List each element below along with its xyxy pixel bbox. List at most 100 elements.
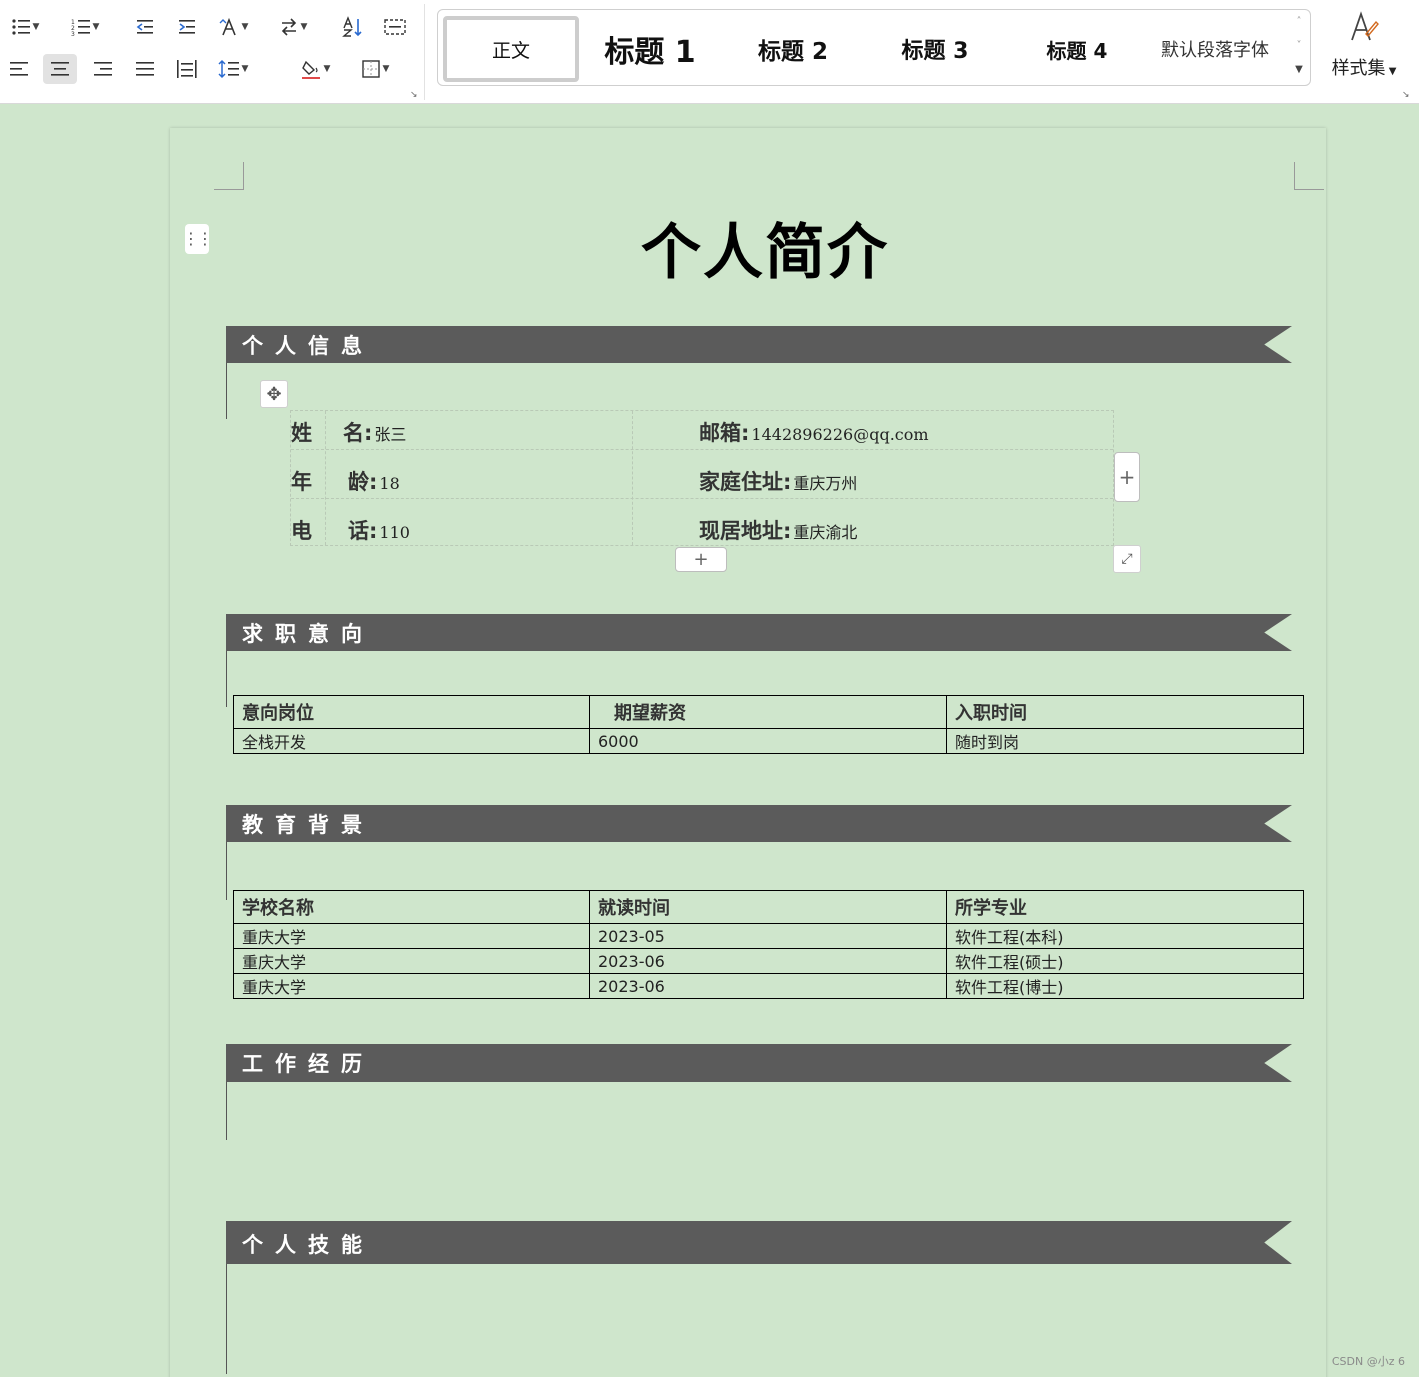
- borders-icon[interactable]: ▼: [358, 54, 392, 84]
- section-banner-personal: 个人信息: [226, 326, 1292, 363]
- margin-corner-mark: [214, 162, 244, 190]
- current-address-key: 现居地址:: [699, 519, 792, 543]
- name-value: 张三: [374, 425, 407, 444]
- table-move-icon[interactable]: ✥: [260, 380, 288, 408]
- style-set-button[interactable]: 样式集 ▼: [1318, 8, 1410, 98]
- bullet-list-icon[interactable]: ▼: [8, 12, 42, 42]
- style-heading-4[interactable]: 标题 4: [1012, 16, 1142, 82]
- table-row: 重庆大学 2023-06 软件工程(博士): [233, 973, 1304, 999]
- distributed-align-icon[interactable]: [170, 54, 204, 84]
- phone-field: 话: 110: [348, 515, 410, 545]
- document-page[interactable]: ⋮⋮ 个人简介 个人信息 ✥ 姓 名: 张三 邮箱: 1442896226@qq.c…: [170, 128, 1326, 1377]
- add-column-button[interactable]: +: [1114, 452, 1140, 502]
- table-header-cell[interactable]: 就读时间: [589, 890, 947, 924]
- grid-line: [325, 411, 326, 545]
- paragraph-dialog-launcher-icon[interactable]: ↘: [410, 90, 418, 100]
- home-address-field: 家庭住址: 重庆万州: [699, 466, 857, 496]
- style-set-label: 样式集: [1331, 58, 1386, 79]
- home-address-value: 重庆万州: [793, 474, 858, 493]
- table-cell[interactable]: 重庆大学: [233, 973, 590, 999]
- align-left-icon[interactable]: [2, 54, 36, 84]
- gallery-expand-icon[interactable]: ▼: [1292, 64, 1306, 75]
- section-title: 个人信息: [242, 334, 374, 358]
- table-header-cell[interactable]: 入职时间: [946, 695, 1304, 729]
- grid-line: [291, 449, 1113, 450]
- drag-handle-icon[interactable]: ⋮⋮: [183, 224, 213, 254]
- table-header-row: 学校名称 就读时间 所学专业: [233, 890, 1304, 924]
- table-cell[interactable]: 软件工程(硕士): [946, 948, 1304, 974]
- email-value: 1442896226@qq.com: [751, 425, 929, 444]
- gallery-scroll-down-icon[interactable]: ˅: [1292, 40, 1306, 51]
- age-value: 18: [379, 474, 400, 493]
- age-key-2: 龄:: [348, 470, 378, 494]
- table-cell[interactable]: 软件工程(博士): [946, 973, 1304, 999]
- table-cell[interactable]: 2023-05: [589, 923, 947, 949]
- table-cell[interactable]: 软件工程(本科): [946, 923, 1304, 949]
- job-intent-table[interactable]: 意向岗位 期望薪资 入职时间 全栈开发 6000 随时到岗: [233, 695, 1304, 754]
- section-title: 求职意向: [242, 622, 374, 646]
- add-row-button[interactable]: +: [675, 547, 727, 572]
- personal-info-table[interactable]: 姓 名: 张三 邮箱: 1442896226@qq.com 年 龄: 18 家庭住址:…: [290, 410, 1114, 546]
- section-rule: [226, 1264, 227, 1374]
- line-spacing-icon[interactable]: ▼: [216, 54, 250, 84]
- email-key: 邮箱:: [699, 421, 750, 445]
- document-title: 个人简介: [641, 218, 889, 288]
- table-cell[interactable]: 全栈开发: [233, 728, 590, 754]
- increase-indent-icon[interactable]: [170, 12, 204, 42]
- age-key-1: 年: [291, 470, 312, 494]
- style-heading-1[interactable]: 标题 1: [586, 16, 714, 82]
- table-header-cell[interactable]: 所学专业: [946, 890, 1304, 924]
- table-row: 重庆大学 2023-06 软件工程(硕士): [233, 948, 1304, 974]
- name-key-2: 名:: [343, 421, 373, 445]
- table-header-cell[interactable]: 学校名称: [233, 890, 590, 924]
- table-cell[interactable]: 2023-06: [589, 973, 947, 999]
- justify-icon[interactable]: [128, 54, 162, 84]
- style-set-icon: [1318, 10, 1410, 52]
- table-cell[interactable]: 重庆大学: [233, 948, 590, 974]
- section-banner-skills: 个人技能: [226, 1221, 1292, 1264]
- section-rule: [226, 1082, 227, 1140]
- shading-icon[interactable]: ▼: [298, 54, 332, 84]
- chevron-down-icon: ▼: [1385, 66, 1397, 77]
- watermark: CSDN @小z 6: [1331, 1355, 1405, 1368]
- name-field: 名: 张三: [343, 417, 406, 447]
- table-row: 重庆大学 2023-05 软件工程(本科): [233, 923, 1304, 949]
- home-address-key: 家庭住址:: [699, 470, 792, 494]
- sort-icon[interactable]: [336, 12, 370, 42]
- style-normal[interactable]: 正文: [443, 16, 579, 82]
- align-right-icon[interactable]: [86, 54, 120, 84]
- grid-line: [291, 498, 1113, 499]
- show-marks-icon[interactable]: [378, 12, 412, 42]
- table-cell[interactable]: 随时到岗: [946, 728, 1304, 754]
- numbered-list-icon[interactable]: 1 2 3 ▼: [68, 12, 102, 42]
- age-field: 龄: 18: [348, 466, 400, 496]
- gallery-scroll-up-icon[interactable]: ˄: [1292, 16, 1306, 27]
- table-cell[interactable]: 重庆大学: [233, 923, 590, 949]
- table-cell[interactable]: 2023-06: [589, 948, 947, 974]
- styles-dialog-launcher-icon[interactable]: ↘: [1402, 90, 1410, 100]
- section-banner-intent: 求职意向: [226, 614, 1292, 651]
- style-heading-3[interactable]: 标题 3: [870, 16, 1000, 82]
- table-header-cell[interactable]: 意向岗位: [233, 695, 590, 729]
- style-gallery: 正文 标题 1 标题 2 标题 3 标题 4 默认段落字体 ˄ ˅ ▼: [437, 9, 1311, 86]
- current-address-value: 重庆渝北: [793, 523, 858, 542]
- ribbon-toolbar: ▼ 1 2 3 ▼ ▼ ▼ ▼ ▼ ▼ ↘ 正文 标题 1 标题 2 标题 3 …: [0, 0, 1419, 104]
- decrease-indent-icon[interactable]: [128, 12, 162, 42]
- paragraph-group: ▼ 1 2 3 ▼ ▼ ▼ ▼ ▼ ▼ ↘: [0, 0, 424, 104]
- education-table[interactable]: 学校名称 就读时间 所学专业 重庆大学 2023-05 软件工程(本科) 重庆大…: [233, 890, 1304, 999]
- text-direction-icon[interactable]: ▼: [216, 12, 250, 42]
- style-default-paragraph-font[interactable]: 默认段落字体: [1150, 16, 1280, 82]
- phone-key-2: 话:: [348, 519, 378, 543]
- swap-icon[interactable]: ▼: [276, 12, 310, 42]
- section-rule: [226, 651, 227, 707]
- table-cell[interactable]: 6000: [589, 728, 947, 754]
- style-heading-2[interactable]: 标题 2: [728, 16, 858, 82]
- section-rule: [226, 363, 227, 419]
- email-field: 邮箱: 1442896226@qq.com: [699, 417, 929, 447]
- table-resize-icon[interactable]: ⤢: [1113, 545, 1141, 573]
- current-address-field: 现居地址: 重庆渝北: [699, 515, 857, 545]
- section-rule: [226, 842, 227, 900]
- align-center-icon[interactable]: [43, 54, 77, 84]
- name-key-1: 姓: [291, 421, 312, 445]
- table-header-cell[interactable]: 期望薪资: [589, 695, 947, 729]
